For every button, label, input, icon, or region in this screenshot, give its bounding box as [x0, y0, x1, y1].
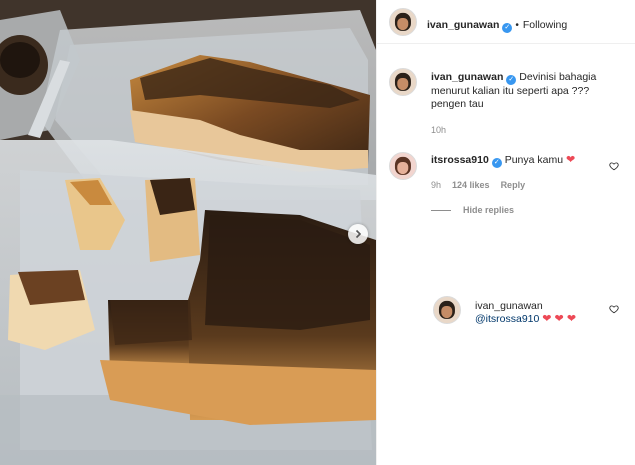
hide-replies-label: Hide replies	[463, 205, 515, 215]
red-heart-emoji: ❤	[566, 154, 576, 166]
replies-divider-line	[431, 209, 451, 211]
reply: ivan_gunawan @itsrossa910 ❤ ❤ ❤	[475, 300, 605, 326]
comment: itsrossa910 ✓ Punya kamu ❤	[431, 154, 611, 168]
verified-badge-icon: ✓	[506, 75, 517, 85]
verified-badge-icon: ✓	[502, 23, 513, 33]
food-photo-image	[0, 0, 376, 465]
comment-time[interactable]: 9h	[431, 180, 441, 190]
red-hearts-emoji: ❤ ❤ ❤	[542, 313, 577, 325]
separator-dot: •	[515, 20, 519, 31]
following-button[interactable]: Following	[523, 19, 567, 31]
reply-username[interactable]: ivan_gunawan	[475, 300, 605, 313]
caption-username[interactable]: ivan_gunawan	[431, 71, 503, 83]
caption-meta: 10h	[431, 125, 457, 135]
commenter-avatar[interactable]	[389, 152, 417, 180]
comment-likes[interactable]: 124 likes	[452, 180, 490, 190]
commenter-username[interactable]: itsrossa910	[431, 154, 489, 166]
comment-text: Punya kamu	[504, 154, 564, 166]
reply-avatar[interactable]	[433, 296, 461, 324]
author-username[interactable]: ivan_gunawan	[427, 19, 499, 31]
reply-button[interactable]: Reply	[501, 180, 526, 190]
post-header: ivan_gunawan ✓ • Following	[377, 0, 635, 44]
reply-mention-link[interactable]: @itsrossa910	[475, 313, 539, 325]
caption: ivan_gunawan ✓ Devinisi bahagia menurut k…	[431, 71, 626, 111]
heart-outline-icon[interactable]	[609, 161, 619, 171]
caption-time[interactable]: 10h	[431, 125, 446, 135]
header-info: ivan_gunawan ✓ • Following	[427, 15, 567, 33]
author-avatar[interactable]	[389, 8, 417, 36]
post-sidebar: ivan_gunawan ✓ • Following ivan_gunawan ✓ De…	[376, 0, 635, 465]
chevron-right-icon	[355, 229, 362, 239]
heart-outline-icon[interactable]	[609, 304, 619, 314]
caption-avatar[interactable]	[389, 68, 417, 96]
hide-replies-button[interactable]: Hide replies	[431, 205, 514, 215]
verified-badge-icon: ✓	[491, 158, 502, 168]
post-photo[interactable]	[0, 0, 376, 465]
next-photo-button[interactable]	[348, 224, 368, 244]
comment-meta: 9h 124 likes Reply	[431, 180, 536, 190]
